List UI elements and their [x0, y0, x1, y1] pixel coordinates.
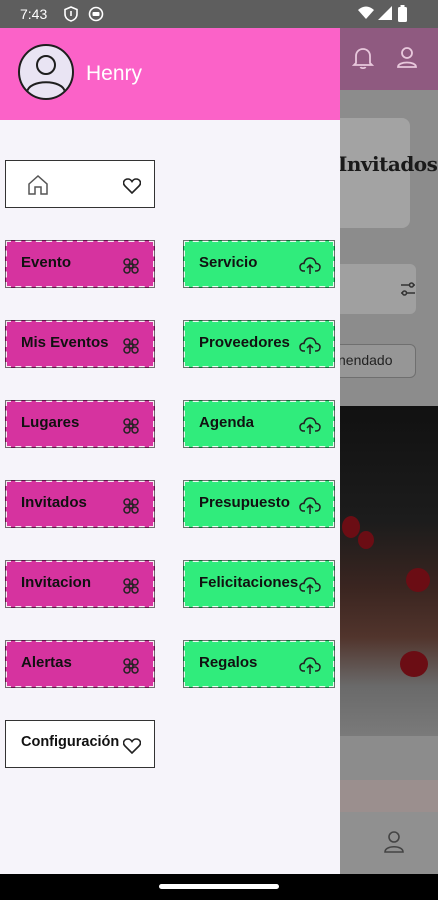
system-nav-bar [0, 874, 438, 900]
signal-icon [378, 6, 392, 23]
menu-item-evento[interactable]: Evento [5, 240, 155, 288]
flower-icon [121, 416, 141, 441]
status-time: 7:43 [20, 6, 48, 22]
shield-icon [64, 6, 78, 25]
menu-item-presupuesto[interactable]: Presupuesto [183, 480, 335, 528]
home-icon [27, 174, 49, 201]
user-name: Henry [86, 62, 143, 85]
heart-icon [122, 178, 142, 199]
cloud-upload-icon [299, 576, 321, 601]
menu-item-lugares[interactable]: Lugares [5, 400, 155, 448]
search-bar[interactable] [330, 264, 416, 314]
navigation-drawer: Henry Evento Mis Eventos Lugares Invitad… [0, 28, 340, 874]
cloud-upload-icon [299, 656, 321, 681]
menu-item-felicitaciones[interactable]: Felicitaciones [183, 560, 335, 608]
cloud-upload-icon [299, 336, 321, 361]
flower-icon [121, 656, 141, 681]
flower-icon [121, 256, 141, 281]
drawer-header: Henry [0, 28, 340, 120]
menu-item-mis-eventos[interactable]: Mis Eventos [5, 320, 155, 368]
cloud-upload-icon [299, 416, 321, 441]
menu-item-proveedores[interactable]: Proveedores [183, 320, 335, 368]
avatar[interactable] [18, 44, 74, 100]
app-notification-icon [88, 6, 104, 25]
flower-icon [121, 576, 141, 601]
battery-icon [398, 5, 407, 25]
chip-label: nendado [338, 352, 393, 368]
home-gesture-handle[interactable] [159, 884, 279, 889]
flower-icon [121, 496, 141, 521]
status-bar: 7:43 [0, 0, 438, 28]
menu-item-agenda[interactable]: Agenda [183, 400, 335, 448]
home-button[interactable] [5, 160, 155, 208]
filter-icon[interactable] [400, 280, 416, 303]
banner-text: Invitados [338, 152, 438, 176]
heart-icon [122, 738, 142, 759]
menu-item-alertas[interactable]: Alertas [5, 640, 155, 688]
section-strip [338, 780, 438, 812]
menu-item-regalos[interactable]: Regalos [183, 640, 335, 688]
bell-icon[interactable] [351, 46, 375, 75]
menu-item-invitados[interactable]: Invitados [5, 480, 155, 528]
profile-nav-icon[interactable] [384, 830, 404, 859]
menu-item-servicio[interactable]: Servicio [183, 240, 335, 288]
bottom-nav [338, 812, 438, 874]
cloud-upload-icon [299, 256, 321, 281]
wifi-icon [358, 6, 374, 23]
user-avatar-icon [26, 55, 66, 93]
profile-icon[interactable] [396, 46, 418, 75]
cloud-upload-icon [299, 496, 321, 521]
cake-image [338, 406, 438, 736]
menu-item-configuracion[interactable]: Configuración [5, 720, 155, 768]
menu-item-invitacion[interactable]: Invitacion [5, 560, 155, 608]
flower-icon [121, 336, 141, 361]
